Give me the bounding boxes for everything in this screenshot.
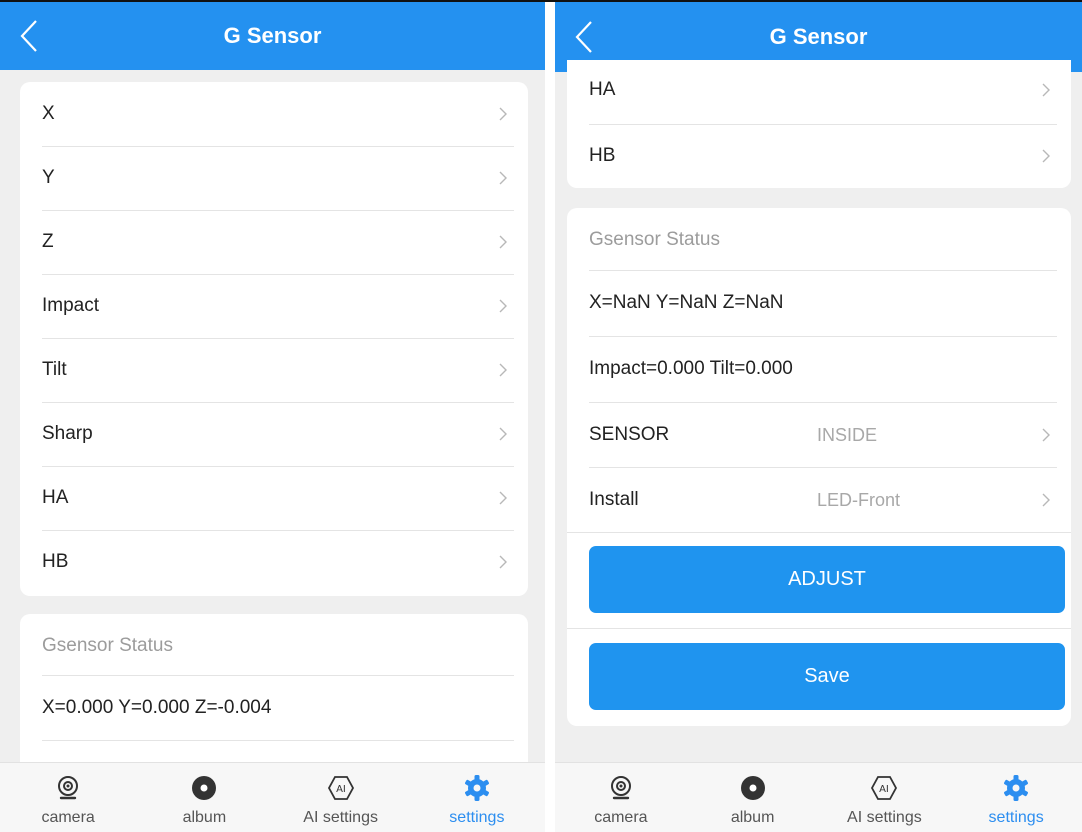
menu-item-hb[interactable]: HB <box>20 530 528 594</box>
chevron-left-icon <box>575 21 592 53</box>
tab-album[interactable]: album <box>687 763 819 832</box>
tab-label: camera <box>41 809 95 826</box>
album-icon <box>738 773 768 803</box>
ai-icon: AI <box>869 773 899 803</box>
menu-item-label: HB <box>42 551 69 572</box>
camera-icon <box>53 773 83 803</box>
menu-item-label: Z <box>42 231 54 252</box>
chevron-right-icon <box>1042 149 1050 163</box>
tab-label: settings <box>988 809 1044 826</box>
menu-item-label: HA <box>42 487 69 508</box>
chevron-right-icon <box>499 491 507 505</box>
tab-album[interactable]: album <box>136 763 272 832</box>
xyz-readout: X=NaN Y=NaN Z=NaN <box>589 292 784 313</box>
axis-settings-card: X Y Z Impact Tilt Sharp HA HB <box>20 82 528 596</box>
chevron-right-icon <box>499 363 507 377</box>
menu-item-y[interactable]: Y <box>20 146 528 210</box>
chevron-right-icon <box>499 171 507 185</box>
menu-item-label: Sharp <box>42 423 93 444</box>
bottom-tab-bar: camera album AI AI settings settings <box>555 762 1082 832</box>
menu-item-hb[interactable]: HB <box>567 124 1071 188</box>
tab-label: AI settings <box>303 809 378 826</box>
menu-item-label: HA <box>589 79 616 100</box>
tab-label: album <box>182 809 227 826</box>
menu-item-label: X <box>42 103 55 124</box>
chevron-right-icon <box>1042 428 1050 442</box>
right-screen: G Sensor HA HB Gsensor Status X=NaN Y=Na… <box>555 0 1082 832</box>
tab-label: album <box>730 809 775 826</box>
tab-label: camera <box>594 809 648 826</box>
gear-icon <box>1001 773 1031 803</box>
tab-label: AI settings <box>847 809 922 826</box>
sensor-value: INSIDE <box>817 424 878 445</box>
chevron-right-icon <box>499 299 507 313</box>
chevron-right-icon <box>1042 493 1050 507</box>
left-screen: G Sensor X Y Z Impact Tilt Sharp HA HB G… <box>0 0 545 832</box>
app-header: G Sensor <box>0 2 545 70</box>
chevron-right-icon <box>499 107 507 121</box>
tab-camera[interactable]: camera <box>555 763 687 832</box>
section-title: Gsensor Status <box>589 229 720 250</box>
status-impact-tilt-row: Impact=0.000 Tilt=0.000 <box>567 337 1071 401</box>
camera-icon <box>606 773 636 803</box>
save-button[interactable]: Save <box>589 643 1065 710</box>
install-select-row[interactable]: Install LED-Front <box>567 468 1071 532</box>
menu-item-label: Y <box>42 167 55 188</box>
menu-item-z[interactable]: Z <box>20 210 528 274</box>
install-value: LED-Front <box>817 489 901 510</box>
svg-text:AI: AI <box>879 784 889 795</box>
menu-item-sharp[interactable]: Sharp <box>20 402 528 466</box>
menu-item-impact[interactable]: Impact <box>20 274 528 338</box>
tab-label: settings <box>449 809 505 826</box>
status-section-header: Gsensor Status <box>567 208 1071 272</box>
tab-settings[interactable]: settings <box>950 763 1082 832</box>
svg-text:AI: AI <box>336 784 346 795</box>
menu-item-ha[interactable]: HA <box>20 466 528 530</box>
impact-tilt-readout: Impact=0.000 Tilt=0.000 <box>589 358 793 379</box>
menu-item-x[interactable]: X <box>20 82 528 146</box>
tab-settings[interactable]: settings <box>409 763 545 832</box>
bottom-tab-bar: camera album AI AI settings settings <box>0 762 545 832</box>
back-button[interactable] <box>18 2 62 70</box>
gsensor-status-card: Gsensor Status X=NaN Y=NaN Z=NaN Impact=… <box>567 208 1071 726</box>
status-xyz-row: X=0.000 Y=0.000 Z=-0.004 <box>20 676 528 740</box>
menu-item-tilt[interactable]: Tilt <box>20 338 528 402</box>
chevron-right-icon <box>499 555 507 569</box>
album-icon <box>189 773 219 803</box>
tab-ai-settings[interactable]: AI AI settings <box>273 763 409 832</box>
menu-item-label: Impact <box>42 295 100 316</box>
section-title: Gsensor Status <box>42 635 173 656</box>
adjust-button[interactable]: ADJUST <box>589 546 1065 613</box>
xyz-readout: X=0.000 Y=0.000 Z=-0.004 <box>42 697 272 718</box>
ai-icon: AI <box>326 773 356 803</box>
page-title: G Sensor <box>223 23 322 48</box>
menu-item-label: Tilt <box>42 359 67 380</box>
axis-settings-card: HA HB <box>567 60 1071 188</box>
tab-ai-settings[interactable]: AI AI settings <box>819 763 951 832</box>
chevron-left-icon <box>20 20 37 52</box>
install-label: Install <box>589 489 639 510</box>
chevron-right-icon <box>499 235 507 249</box>
page-title: G Sensor <box>769 24 868 49</box>
gear-icon <box>462 773 492 803</box>
chevron-right-icon <box>1042 83 1050 97</box>
status-section-header: Gsensor Status <box>20 614 528 678</box>
sensor-label: SENSOR <box>589 424 670 445</box>
menu-item-label: HB <box>589 145 616 166</box>
tab-camera[interactable]: camera <box>0 763 136 832</box>
menu-item-ha[interactable]: HA <box>567 60 1071 120</box>
status-xyz-row: X=NaN Y=NaN Z=NaN <box>567 271 1071 335</box>
sensor-select-row[interactable]: SENSOR INSIDE <box>567 403 1071 467</box>
chevron-right-icon <box>499 427 507 441</box>
